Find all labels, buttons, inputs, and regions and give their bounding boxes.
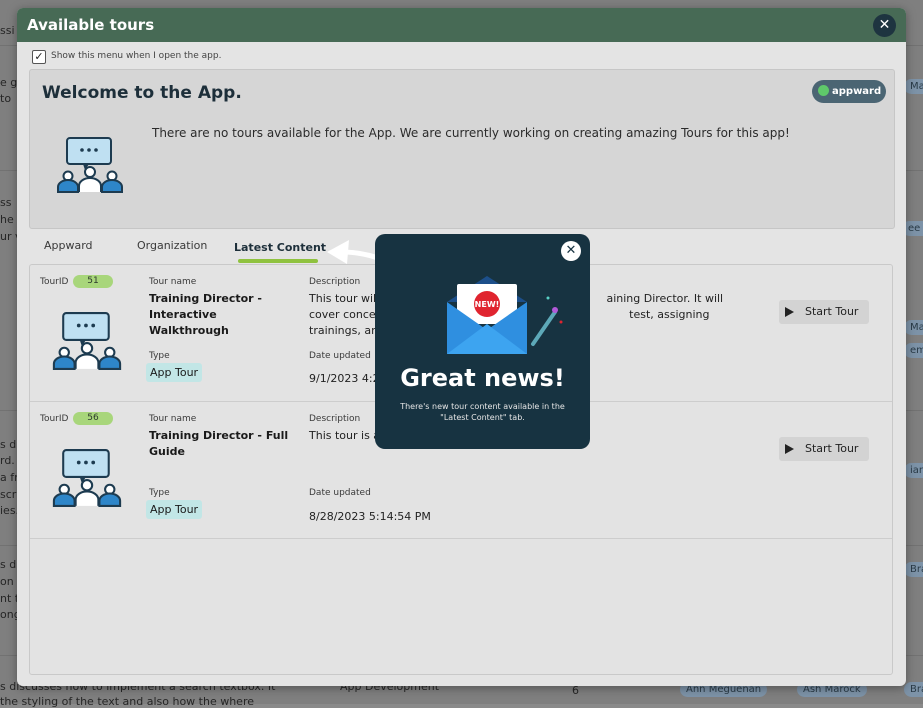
meeting-icon — [57, 137, 123, 193]
tourid-label: TourID — [40, 414, 69, 424]
tour-name-label: Tour name — [149, 414, 197, 424]
bg-text: ssi — [0, 24, 15, 37]
start-tour-label: Start Tour — [805, 305, 859, 318]
play-icon — [785, 444, 794, 454]
bg-chip: Bra — [904, 562, 923, 577]
bg-chip: emij — [904, 343, 923, 358]
tourid-badge: 51 — [73, 275, 113, 288]
bg-chip: Ma — [904, 79, 923, 94]
appward-logo: appward — [812, 80, 886, 103]
type-label: Type — [149, 351, 170, 361]
popup-title: Great news! — [400, 364, 565, 392]
meeting-icon — [52, 449, 122, 507]
popup-subtitle: There's new tour content available in th… — [400, 402, 565, 422]
type-badge: App Tour — [146, 500, 203, 519]
show-menu-label: Show this menu when I open the app. — [51, 51, 222, 61]
play-icon — [785, 307, 794, 317]
envelope-icon: NEW! — [447, 276, 563, 354]
bg-chip: Ma — [904, 320, 923, 335]
great-news-popup: ✕ NEW! Great news! There's new tour cont… — [375, 234, 590, 449]
date-updated-label: Date updated — [309, 351, 371, 361]
start-tour-label: Start Tour — [805, 442, 859, 455]
tour-name: Training Director - Full Guide — [149, 429, 289, 458]
appward-logo-icon — [818, 85, 829, 96]
tab-organization[interactable]: Organization — [137, 239, 207, 252]
bg-text: rd. — [0, 454, 15, 467]
tour-name-label: Tour name — [149, 277, 197, 287]
welcome-title: Welcome to the App. — [42, 83, 242, 103]
bg-chip: ian — [904, 463, 923, 478]
new-badge: NEW! — [475, 300, 500, 309]
bg-text: the styling of the text and also how the… — [0, 695, 254, 708]
bg-chip: Bra — [904, 682, 923, 697]
welcome-message: There are no tours available for the App… — [152, 126, 790, 140]
close-icon[interactable]: ✕ — [873, 14, 896, 37]
type-badge: App Tour — [146, 363, 203, 382]
date-updated: 9/1/2023 4:2 — [309, 372, 380, 385]
type-label: Type — [149, 488, 170, 498]
meeting-icon — [52, 312, 122, 370]
appward-logo-text: appward — [832, 86, 882, 97]
dialog-title: Available tours — [27, 16, 155, 34]
dialog-header: Available tours ✕ — [17, 8, 906, 42]
bg-text: he — [0, 213, 14, 226]
description-label: Description — [309, 414, 361, 424]
bg-text: a fr — [0, 471, 19, 484]
date-updated-label: Date updated — [309, 488, 371, 498]
tab-latest-content[interactable]: Latest Content — [234, 241, 326, 254]
welcome-panel: Welcome to the App. appward There are no… — [29, 69, 895, 229]
start-tour-button[interactable]: Start Tour — [779, 300, 869, 324]
tour-name: Training Director - Interactive Walkthro… — [149, 292, 262, 337]
tab-appward[interactable]: Appward — [44, 239, 93, 252]
active-tab-indicator — [238, 259, 318, 263]
tourid-badge: 56 — [73, 412, 113, 425]
date-updated: 8/28/2023 5:14:54 PM — [309, 510, 431, 523]
bg-text: ss — [0, 196, 12, 209]
start-tour-button[interactable]: Start Tour — [779, 437, 869, 461]
tourid-label: TourID — [40, 277, 69, 287]
bg-text: to — [0, 92, 12, 105]
popup-close-icon[interactable]: ✕ — [561, 241, 581, 261]
show-menu-checkbox[interactable]: ✓ — [32, 50, 46, 64]
